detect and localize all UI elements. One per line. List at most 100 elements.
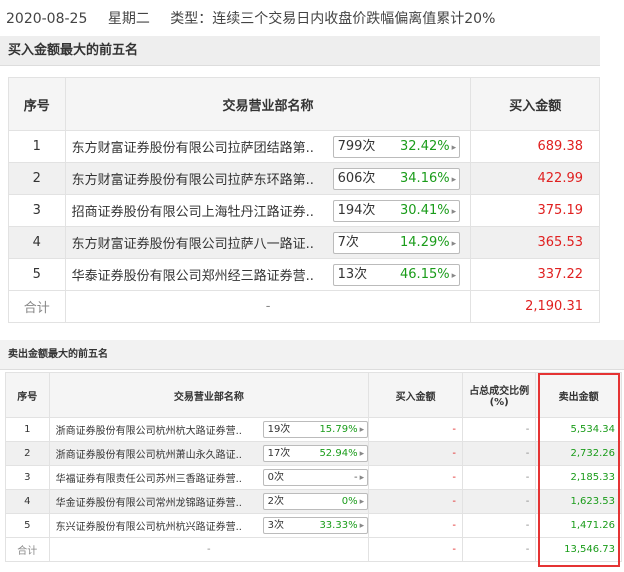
ratio: - — [462, 489, 537, 514]
total-label: 合计 — [8, 290, 66, 323]
chevron-right-icon: ▸ — [451, 142, 457, 153]
branch-stats-button[interactable]: 19次 15.79% ▸ — [262, 421, 368, 438]
table-row: 4 华金证券股份有限公司常州龙锦路证券营.. 2次 0% ▸ - -1,623.53 — [5, 489, 622, 514]
table-row: 3 招商证券股份有限公司上海牡丹江路证券.. 194次 30.41% ▸ 375.19 — [8, 194, 600, 227]
ratio: - — [462, 465, 537, 490]
branch-stats-button[interactable]: 13次 46.15% ▸ — [332, 263, 461, 286]
total-buy-amount: - — [368, 537, 464, 562]
win-rate: 30.41% — [400, 202, 450, 218]
branch-name[interactable]: 招商证券股份有限公司上海牡丹江路证券.. — [72, 201, 330, 220]
branch-name[interactable]: 东方财富证券股份有限公司拉萨团结路第.. — [72, 137, 330, 156]
row-number: 1 — [8, 130, 66, 163]
chevron-right-icon: ▸ — [359, 497, 365, 507]
win-rate: 46.15% — [400, 266, 450, 282]
buy-amount: - — [368, 417, 464, 442]
chevron-right-icon: ▸ — [359, 425, 365, 435]
branch-name[interactable]: 浙商证券股份有限公司杭州萧山永久路证.. — [56, 446, 260, 461]
sell-amount: 5,534.34 — [535, 417, 622, 442]
buy-amount: 422.99 — [470, 162, 600, 195]
win-rate: 34.16% — [400, 170, 450, 186]
trade-count: 799次 — [337, 138, 376, 154]
win-rate: - — [353, 472, 358, 483]
buy-amount: 375.19 — [470, 194, 600, 227]
col-header-buy-amount: 买入金额 — [470, 77, 600, 131]
table-row: 1 东方财富证券股份有限公司拉萨团结路第.. 799次 32.42% ▸ 689.38 — [8, 130, 600, 163]
branch-stats-button[interactable]: 606次 34.16% ▸ — [332, 167, 461, 190]
trade-count: 2次 — [267, 496, 284, 507]
buy-amount: 689.38 — [470, 130, 600, 163]
branch-cell: 华金证券股份有限公司常州龙锦路证券营.. 2次 0% ▸ — [48, 489, 370, 514]
table-row: 2 浙商证券股份有限公司杭州萧山永久路证.. 17次 52.94% ▸ - -2,732.2… — [5, 441, 622, 466]
row-number: 5 — [8, 258, 66, 291]
branch-cell: 华福证券有限责任公司苏州三香路证券营.. 0次 - ▸ — [48, 465, 370, 490]
ratio: - — [462, 417, 537, 442]
branch-cell: 浙商证券股份有限公司杭州杭大路证券营.. 19次 15.79% ▸ — [48, 417, 370, 442]
row-number: 4 — [8, 226, 66, 259]
col-header-no: 序号 — [8, 77, 66, 131]
branch-cell: 东兴证券股份有限公司杭州杭兴路证券营.. 3次 33.33% ▸ — [48, 513, 370, 538]
buy-amount: - — [368, 465, 464, 490]
branch-stats-button[interactable]: 3次 33.33% ▸ — [262, 517, 368, 534]
list-type: 类型：连续三个交易日内收盘价跌幅偏离值累计20% — [170, 11, 496, 27]
branch-cell: 东方财富证券股份有限公司拉萨八一路证.. 7次 14.29% ▸ — [64, 226, 472, 259]
branch-name[interactable]: 华泰证券股份有限公司郑州经三路证券营.. — [72, 265, 330, 284]
branch-stats-button[interactable]: 7次 14.29% ▸ — [332, 231, 461, 254]
total-branch: - — [48, 537, 370, 562]
col-header-sell-amount: 卖出金额 — [535, 372, 622, 418]
row-number: 3 — [8, 194, 66, 227]
win-rate: 32.42% — [400, 138, 450, 154]
branch-stats-button[interactable]: 194次 30.41% ▸ — [332, 199, 461, 222]
branch-cell: 浙商证券股份有限公司杭州萧山永久路证.. 17次 52.94% ▸ — [48, 441, 370, 466]
sell-amount: 2,185.33 — [535, 465, 622, 490]
buy-amount: - — [368, 489, 464, 514]
buy-amount: - — [368, 513, 464, 538]
trade-count: 13次 — [337, 266, 368, 282]
trade-count: 17次 — [267, 448, 291, 459]
win-rate: 14.29% — [400, 234, 450, 250]
total-row: 合计 -2,190.31 — [8, 290, 600, 323]
branch-cell: 东方财富证券股份有限公司拉萨团结路第.. 799次 32.42% ▸ — [64, 130, 472, 163]
chevron-right-icon: ▸ — [451, 270, 457, 281]
ratio: - — [462, 513, 537, 538]
branch-name[interactable]: 华福证券有限责任公司苏州三香路证券营.. — [56, 470, 260, 485]
total-row: 合计 - - -13,546.73 — [5, 537, 622, 562]
branch-name[interactable]: 东方财富证券股份有限公司拉萨东环路第.. — [72, 169, 330, 188]
table-row: 5 华泰证券股份有限公司郑州经三路证券营.. 13次 46.15% ▸ 337.22 — [8, 258, 600, 291]
branch-stats-button[interactable]: 17次 52.94% ▸ — [262, 445, 368, 462]
win-rate: 15.79% — [319, 424, 358, 435]
sell-amount: 1,623.53 — [535, 489, 622, 514]
branch-stats-button[interactable]: 2次 0% ▸ — [262, 493, 368, 510]
branch-name[interactable]: 东兴证券股份有限公司杭州杭兴路证券营.. — [56, 518, 260, 533]
row-number: 3 — [5, 465, 50, 490]
header-bar: 2020-08-25 星期二 类型：连续三个交易日内收盘价跌幅偏离值累计20% — [6, 8, 511, 28]
table-row: 3 华福证券有限责任公司苏州三香路证券营.. 0次 - ▸ - -2,185.33 — [5, 465, 622, 490]
branch-name[interactable]: 浙商证券股份有限公司杭州杭大路证券营.. — [56, 422, 260, 437]
chevron-right-icon: ▸ — [451, 206, 457, 217]
branch-stats-button[interactable]: 799次 32.42% ▸ — [332, 135, 461, 158]
buy-section-title: 买入金额最大的前五名 — [0, 36, 600, 66]
branch-name[interactable]: 华金证券股份有限公司常州龙锦路证券营.. — [56, 494, 260, 509]
weekday: 星期二 — [107, 11, 150, 27]
buy-amount: 337.22 — [470, 258, 600, 291]
trade-date: 2020-08-25 — [6, 11, 88, 27]
row-number: 5 — [5, 513, 50, 538]
win-rate: 52.94% — [319, 448, 358, 459]
win-rate: 0% — [341, 496, 358, 507]
sell-amount: 1,471.26 — [535, 513, 622, 538]
total-ratio: - — [462, 537, 537, 562]
trade-count: 194次 — [337, 202, 376, 218]
sell-table: 序号 交易营业部名称 买入金额 占总成交比例(%) 卖出金额 1 浙商证券股份有限… — [5, 372, 622, 562]
trade-count: 19次 — [267, 424, 291, 435]
branch-stats-button[interactable]: 0次 - ▸ — [262, 469, 368, 486]
trade-count: 606次 — [337, 170, 376, 186]
chevron-right-icon: ▸ — [359, 473, 365, 483]
sell-amount: 2,732.26 — [535, 441, 622, 466]
branch-cell: 东方财富证券股份有限公司拉萨东环路第.. 606次 34.16% ▸ — [64, 162, 472, 195]
branch-cell: 招商证券股份有限公司上海牡丹江路证券.. 194次 30.41% ▸ — [64, 194, 472, 227]
trade-count: 0次 — [267, 472, 284, 483]
branch-name[interactable]: 东方财富证券股份有限公司拉萨八一路证.. — [72, 233, 330, 252]
chevron-right-icon: ▸ — [451, 238, 457, 249]
buy-table: 序号 交易营业部名称 买入金额 1 东方财富证券股份有限公司拉萨团结路第.. 799… — [8, 77, 600, 323]
sell-section-title: 卖出金额最大的前五名 — [0, 340, 624, 370]
chevron-right-icon: ▸ — [451, 174, 457, 185]
